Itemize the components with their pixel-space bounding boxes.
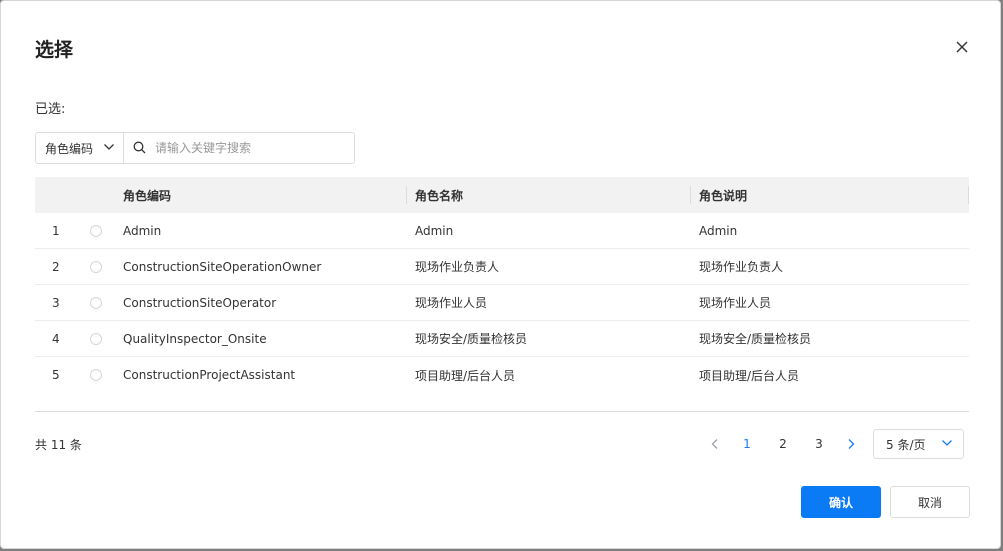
- table-row[interactable]: 5 ConstructionProjectAssistant 项目助理/后台人员…: [35, 357, 969, 393]
- row-desc: 项目助理/后台人员: [699, 368, 800, 383]
- row-radio[interactable]: [90, 332, 102, 345]
- row-desc: 现场作业人员: [699, 296, 772, 310]
- row-radio[interactable]: [90, 369, 102, 381]
- page-3-button[interactable]: 3: [801, 429, 837, 459]
- search-field-select[interactable]: 角色编码: [36, 133, 124, 163]
- dialog-title: 选择: [35, 39, 74, 61]
- row-code: ConstructionSiteOperator: [123, 295, 277, 310]
- chevron-down-icon: [103, 141, 115, 156]
- row-desc: 现场作业负责人: [699, 260, 784, 274]
- row-name: Admin: [415, 223, 454, 238]
- selected-label: 已选:: [35, 102, 66, 117]
- table-row[interactable]: 4 QualityInspector_Onsite 现场安全/质量检核员 现场安…: [35, 321, 969, 357]
- role-table: 角色编码 角色名称 角色说明 1 Admin Admin Admin 2 Con…: [35, 177, 969, 393]
- row-index: 4: [52, 331, 60, 346]
- table-row[interactable]: 3 ConstructionSiteOperator 现场作业人员 现场作业人员: [35, 285, 969, 321]
- row-desc: 现场安全/质量检核员: [699, 332, 812, 346]
- chevron-right-icon: [846, 435, 856, 454]
- row-code: Admin: [123, 223, 162, 238]
- table-header: 角色编码 角色名称 角色说明: [35, 177, 969, 213]
- row-name: 项目助理/后台人员: [415, 368, 516, 383]
- table-divider: [35, 411, 969, 412]
- row-index: 3: [52, 295, 60, 310]
- page-1-button[interactable]: 1: [729, 429, 765, 459]
- cancel-button[interactable]: 取消: [890, 486, 970, 518]
- row-radio[interactable]: [90, 260, 102, 273]
- row-index: 5: [52, 368, 60, 382]
- table-row[interactable]: 2 ConstructionSiteOperationOwner 现场作业负责人…: [35, 249, 969, 285]
- search-field-label: 角色编码: [45, 141, 94, 156]
- search-box: [124, 133, 354, 163]
- chevron-left-icon: [710, 435, 720, 454]
- search-input[interactable]: [153, 140, 337, 156]
- row-code: ConstructionSiteOperationOwner: [123, 259, 322, 274]
- row-name: 现场作业人员: [415, 296, 488, 310]
- row-radio[interactable]: [90, 224, 102, 237]
- header-code: 角色编码: [123, 177, 407, 213]
- page-2-button[interactable]: 2: [765, 429, 801, 459]
- next-page-button[interactable]: [837, 429, 865, 459]
- chevron-down-icon: [941, 437, 953, 452]
- pagination: 1 2 3 5 条/页: [701, 429, 964, 459]
- row-index: 2: [52, 259, 60, 274]
- select-dialog: 选择 已选: 角色编码 请输入关键字搜索 角色编码 角色名称 角色说明 1 Ad…: [0, 0, 1001, 549]
- row-radio[interactable]: [90, 296, 102, 309]
- total-count: 共 11 条: [35, 438, 82, 452]
- search-group: 角色编码: [35, 132, 355, 164]
- page-size-select[interactable]: 5 条/页: [873, 429, 964, 459]
- confirm-button[interactable]: 确认: [801, 486, 881, 518]
- prev-page-button[interactable]: [701, 429, 729, 459]
- page-size-label: 5 条/页: [886, 437, 926, 452]
- row-code: ConstructionProjectAssistant: [123, 368, 296, 382]
- header-name: 角色名称: [407, 177, 691, 213]
- table-row[interactable]: 1 Admin Admin Admin: [35, 213, 969, 249]
- row-name: 现场作业负责人: [415, 260, 500, 274]
- search-icon: [133, 139, 146, 158]
- row-code: QualityInspector_Onsite: [123, 331, 267, 346]
- row-desc: Admin: [699, 223, 738, 238]
- header-desc: 角色说明: [691, 177, 969, 213]
- row-index: 1: [52, 223, 60, 238]
- row-name: 现场安全/质量检核员: [415, 332, 528, 346]
- close-icon[interactable]: [952, 37, 972, 57]
